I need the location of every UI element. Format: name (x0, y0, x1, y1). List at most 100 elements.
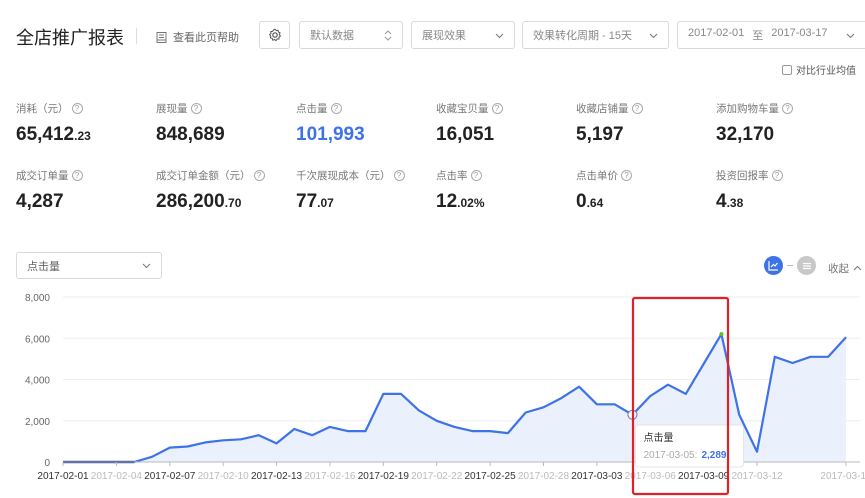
period-select-value: 效果转化周期 - 15天 (533, 30, 633, 42)
date-range: 2017-02-01 至 2017-03-17 (688, 27, 828, 43)
help-icon[interactable]: ? (782, 103, 793, 114)
gear-icon (268, 28, 281, 42)
metric-label: 点击量? (296, 101, 365, 116)
x-tick-label: 2017-02-13 (251, 471, 303, 482)
x-tick-label: 2017-02-04 (91, 471, 143, 482)
metric-card[interactable]: 收藏店铺量? 5,197 (576, 101, 643, 146)
metric-value-int: 0 (576, 191, 587, 212)
line-chart-icon (768, 261, 778, 271)
metric-card[interactable]: 成交订单金额（元）? 286,200.70 (156, 168, 265, 213)
x-tick-label: 2017-03-09 (678, 471, 730, 482)
help-icon[interactable]: ? (771, 170, 783, 181)
metric-value-dec: .70 (224, 196, 242, 210)
x-tick-label: 2017-02-25 (465, 471, 517, 482)
metric-card[interactable]: 收藏宝贝量? 16,051 (436, 101, 503, 146)
metric-value: 4,287 (16, 191, 83, 213)
chart-view-button[interactable] (764, 256, 783, 275)
view-toggle (764, 256, 816, 275)
help-doc-icon (156, 31, 167, 43)
updown-icon (384, 29, 392, 41)
metric-value-int: 32,170 (716, 124, 775, 145)
list-icon (802, 262, 811, 269)
y-tick-label: 6,000 (25, 334, 50, 345)
metric-card[interactable]: 展现量? 848,689 (156, 101, 225, 146)
metric-value-dec: .23 (74, 129, 91, 143)
period-select[interactable]: 效果转化周期 - 15天 (522, 21, 669, 49)
metric-card[interactable]: 点击率? 12.02% (436, 168, 485, 213)
help-icon[interactable]: ? (621, 170, 632, 181)
metric-card[interactable]: 添加购物车量? 32,170 (716, 101, 793, 146)
x-tick-label: 2017-02-10 (198, 471, 250, 482)
metric-label-text: 收藏店铺量 (576, 103, 629, 115)
chevron-down-icon (142, 263, 151, 269)
help-icon[interactable]: ? (71, 170, 83, 181)
metric-value-int: 101,993 (296, 124, 365, 145)
metric-label: 收藏店铺量? (576, 101, 643, 116)
metric-card[interactable]: 点击量? 101,993 (296, 101, 365, 146)
metric-label-text: 添加购物车量 (716, 103, 779, 115)
metric-label-text: 消耗（元） (16, 103, 69, 115)
metric-card[interactable]: 千次展现成本（元）? 77.07 (296, 168, 405, 213)
data-select-value: 默认数据 (310, 30, 354, 42)
metric-value: 0.64 (576, 191, 632, 213)
metric-value: 5,197 (576, 124, 643, 146)
metric-value: 32,170 (716, 124, 793, 146)
help-icon[interactable]: ? (190, 103, 202, 114)
chevron-down-icon (846, 33, 855, 38)
data-select[interactable]: 默认数据 (299, 21, 403, 49)
metric-value-dec: .38 (726, 196, 744, 210)
x-tick-label: 2017-03-17 (820, 471, 865, 482)
effect-select[interactable]: 展现效果 (411, 21, 515, 49)
settings-button[interactable] (259, 21, 290, 49)
y-tick-label: 8,000 (25, 293, 50, 304)
metric-label-text: 点击率 (436, 170, 468, 182)
help-icon[interactable]: ? (71, 103, 83, 114)
help-icon[interactable]: ? (330, 103, 342, 114)
metric-value-int: 4,287 (16, 191, 64, 212)
help-link[interactable]: 查看此页帮助 (155, 29, 239, 45)
metric-card[interactable]: 投资回报率? 4.38 (716, 168, 783, 213)
x-tick-label: 2017-02-28 (518, 471, 570, 482)
help-icon[interactable]: ? (491, 103, 503, 114)
help-icon[interactable]: ? (393, 170, 405, 181)
x-tick-label: 2017-03-03 (571, 471, 623, 482)
metric-label-text: 千次展现成本（元） (296, 170, 391, 182)
metric-label: 点击单价? (576, 168, 632, 183)
toggle-divider (787, 265, 793, 266)
metric-value-int: 16,051 (436, 124, 495, 145)
metric-label: 消耗（元）? (16, 101, 91, 116)
compare-industry-checkbox[interactable]: 对比行业均值 (782, 62, 856, 77)
metric-card[interactable]: 点击单价? 0.64 (576, 168, 632, 213)
metric-label: 成交订单量? (16, 168, 83, 183)
metric-value: 77.07 (296, 191, 405, 213)
title-divider (136, 28, 137, 44)
chevron-down-icon (495, 33, 504, 38)
metric-value-int: 65,412 (16, 124, 75, 145)
metric-label: 成交订单金额（元）? (156, 168, 265, 183)
metric-card[interactable]: 成交订单量? 4,287 (16, 168, 83, 213)
help-icon[interactable]: ? (631, 103, 643, 114)
metric-value-int: 4 (716, 191, 727, 212)
y-tick-label: 0 (44, 458, 50, 469)
metric-value: 65,412.23 (16, 124, 91, 146)
metric-label-text: 展现量 (156, 103, 188, 115)
table-view-button[interactable] (797, 256, 816, 275)
chart-metric-select[interactable]: 点击量 (16, 252, 162, 279)
metric-value: 101,993 (296, 124, 365, 146)
help-link-label: 查看此页帮助 (173, 32, 239, 44)
metric-card[interactable]: 消耗（元）? 65,412.23 (16, 101, 91, 146)
metric-label-text: 点击单价 (576, 170, 618, 182)
x-tick-label: 2017-02-16 (304, 471, 356, 482)
date-range-picker[interactable]: 2017-02-01 至 2017-03-17 (677, 21, 865, 49)
collapse-button[interactable]: 收起 (828, 261, 862, 276)
help-icon[interactable]: ? (470, 170, 482, 181)
metric-value-int: 848,689 (156, 124, 225, 145)
report-header: 全店推广报表 查看此页帮助 默认数据 展现效果 效果转化周期 - 15天 201… (0, 0, 865, 80)
chevron-down-icon (649, 33, 658, 38)
metric-value-int: 77 (296, 191, 318, 212)
help-icon[interactable]: ? (253, 170, 265, 181)
page-title: 全店推广报表 (16, 28, 124, 48)
metric-value: 286,200.70 (156, 191, 265, 213)
x-tick-label: 2017-02-19 (358, 471, 410, 482)
compare-label: 对比行业均值 (796, 66, 856, 77)
